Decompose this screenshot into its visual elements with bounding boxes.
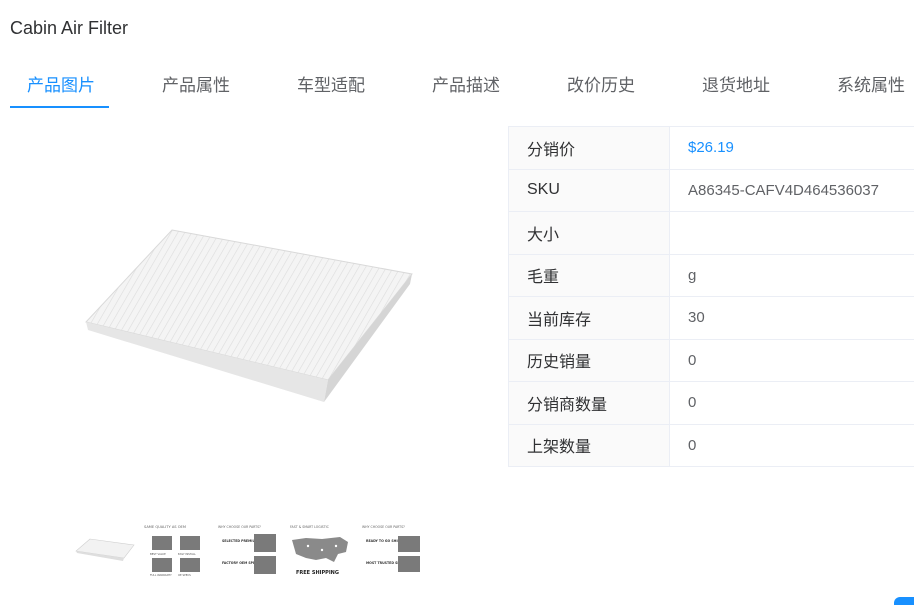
thumb2-header: SAME QUALITY AS OEM	[144, 525, 186, 529]
tab-product-images[interactable]: 产品图片	[27, 66, 95, 106]
thumbnail-filter[interactable]	[72, 522, 136, 578]
spec-key: 毛重	[508, 254, 670, 297]
thumb3-header: WHY CHOOSE OUR PARTS?	[218, 525, 261, 529]
thumbnail-shipping[interactable]: FAST & SMART LOGISTIC FREE SHIPPING	[288, 522, 352, 578]
spec-value-distributors: 0	[669, 381, 914, 425]
tab-product-attributes[interactable]: 产品属性	[162, 66, 230, 106]
thumbnail-trusted-seller[interactable]: WHY CHOOSE OUR PARTS? READY TO GO SHIPPI…	[360, 522, 424, 578]
spec-value-stock: 30	[669, 296, 914, 340]
product-spec-table: 分销价 $26.19 SKU A86345-CAFV4D464536037 大小…	[508, 126, 914, 467]
thumb5-header: WHY CHOOSE OUR PARTS?	[362, 525, 405, 529]
tab-return-address[interactable]: 退货地址	[702, 66, 770, 106]
spec-key: SKU	[508, 169, 670, 212]
spec-value-weight: g	[669, 254, 914, 297]
spec-key: 当前库存	[508, 296, 670, 340]
spec-row: 分销商数量 0	[508, 381, 914, 425]
spec-key: 分销价	[508, 126, 670, 170]
tab-vehicle-fitment[interactable]: 车型适配	[297, 66, 365, 106]
spec-row: 上架数量 0	[508, 424, 914, 467]
spec-row: SKU A86345-CAFV4D464536037	[508, 169, 914, 212]
spec-row: 历史销量 0	[508, 339, 914, 382]
thumbnail-quality[interactable]: SAME QUALITY AS OEM BEST VALUE EASY INST…	[142, 522, 206, 578]
spec-key: 大小	[508, 211, 670, 255]
thumb2-label: EASY INSTALL	[178, 552, 196, 556]
thumb4-caption: FREE SHIPPING	[296, 570, 339, 576]
floating-action-button[interactable]	[894, 597, 914, 605]
spec-row: 大小	[508, 211, 914, 255]
spec-row: 分销价 $26.19	[508, 126, 914, 170]
tab-product-description[interactable]: 产品描述	[432, 66, 500, 106]
thumbnail-why-choose[interactable]: WHY CHOOSE OUR PARTS? SELECTED PREMIUM Q…	[216, 522, 280, 578]
thumb2-label: BEST VALUE	[150, 552, 166, 556]
thumb2-label: FULL WARRANTY	[150, 573, 172, 577]
spec-key: 上架数量	[508, 424, 670, 467]
page-title: Cabin Air Filter	[10, 18, 129, 38]
spec-row: 毛重 g	[508, 254, 914, 297]
spec-value-sales: 0	[669, 339, 914, 382]
spec-value-listings: 0	[669, 424, 914, 467]
spec-value-price: $26.19	[669, 126, 914, 170]
spec-key: 分销商数量	[508, 381, 670, 425]
thumb2-label: OE SPECS	[178, 573, 191, 577]
tab-bar: 产品图片 产品属性 车型适配 产品描述 改价历史 退货地址 系统属性	[0, 66, 914, 110]
spec-key: 历史销量	[508, 339, 670, 382]
spec-row: 当前库存 30	[508, 296, 914, 340]
tab-system-attributes[interactable]: 系统属性	[837, 66, 905, 106]
main-product-image	[85, 229, 413, 402]
tab-price-history[interactable]: 改价历史	[567, 66, 635, 106]
thumb4-header: FAST & SMART LOGISTIC	[290, 525, 330, 529]
active-tab-indicator	[10, 106, 109, 108]
spec-value-sku: A86345-CAFV4D464536037	[669, 169, 914, 212]
spec-value-size	[669, 211, 914, 255]
